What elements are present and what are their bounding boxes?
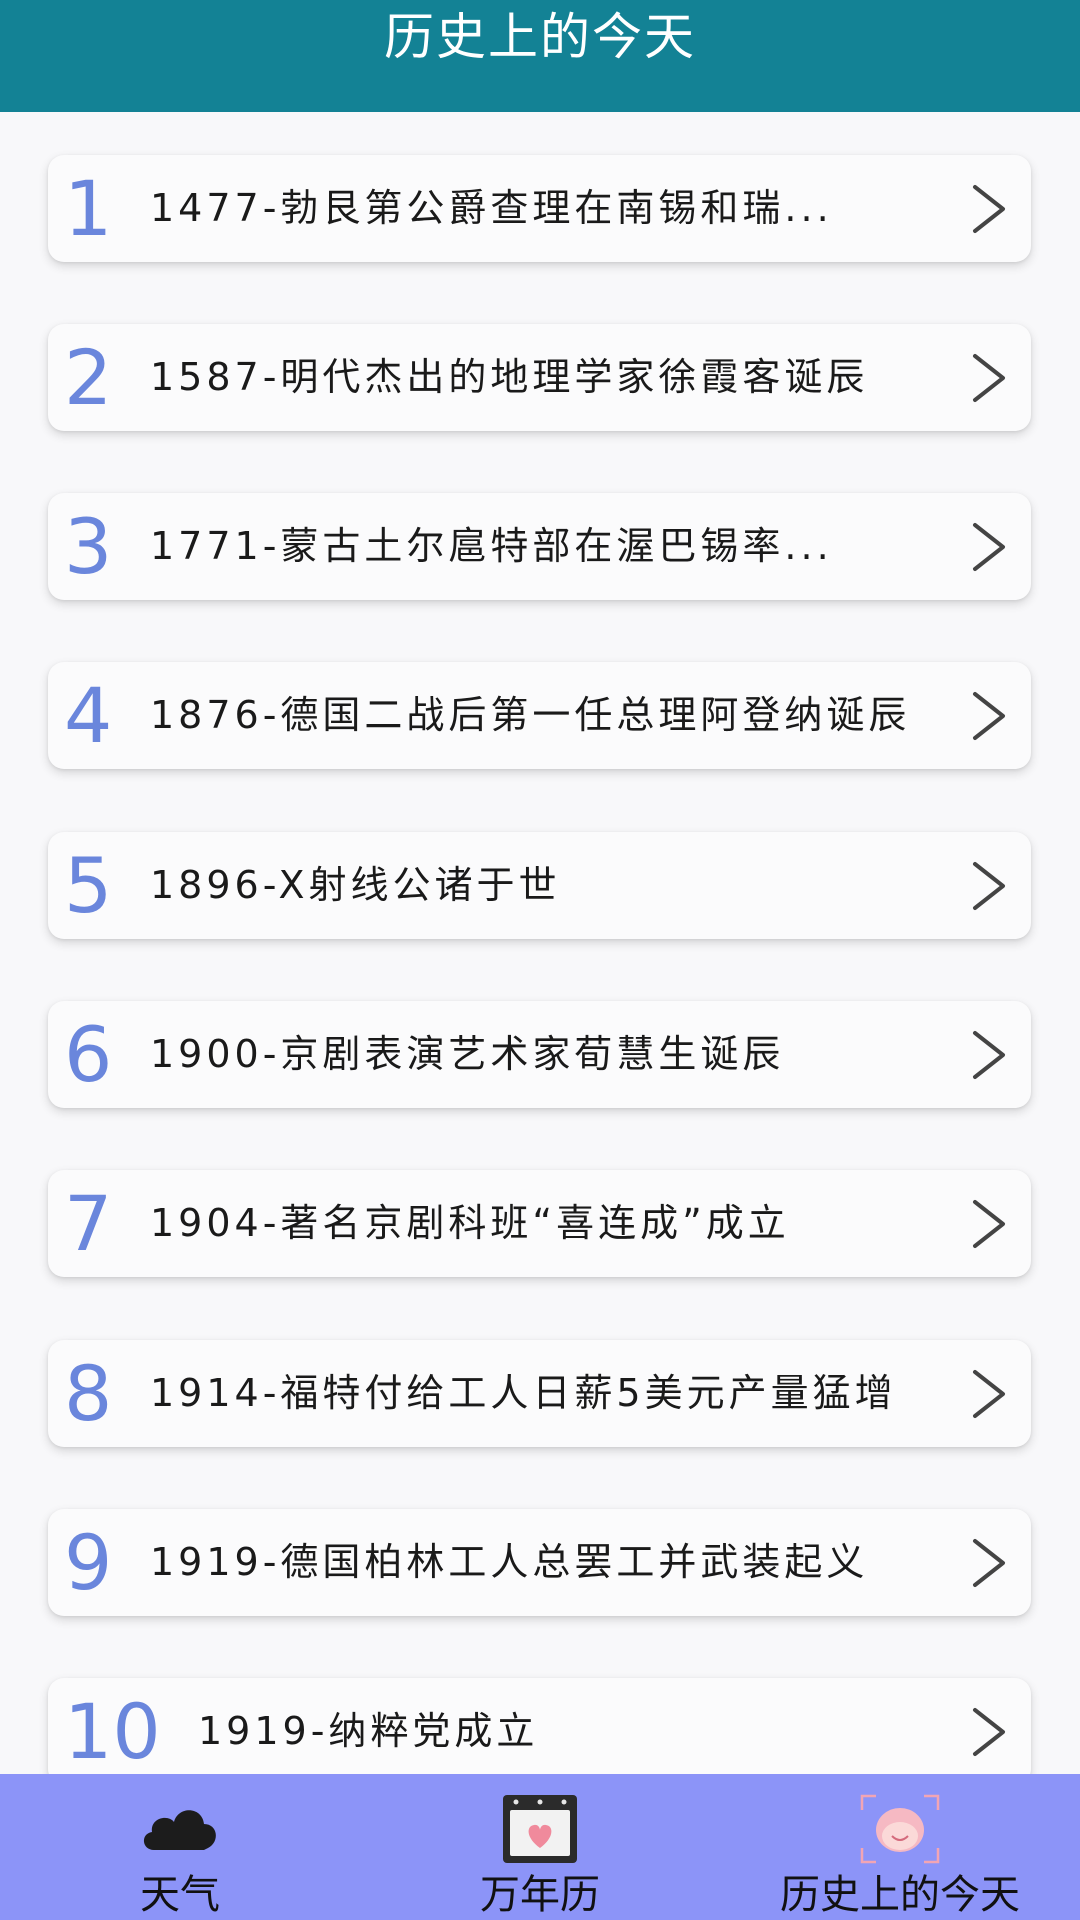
event-row-5[interactable]: 5 1896-X射线公诸于世 [48,832,1031,939]
event-row-7[interactable]: 7 1904-著名京剧科班“喜连成”成立 [48,1170,1031,1277]
cloud-icon [143,1810,216,1850]
calendar-icon [503,1795,577,1863]
chevron-right-icon [973,1200,1005,1248]
chevron-right-icon [973,1539,1005,1587]
event-title: 1900-京剧表演艺术家荀慧生诞辰 [150,1032,785,1076]
page-title: 历史上的今天 [384,8,696,66]
chevron-right-icon [973,523,1005,571]
chevron-right-icon [973,185,1005,233]
history-face-icon [860,1794,940,1864]
chevron-right-icon [973,1031,1005,1079]
tab-label: 天气 [140,1872,220,1918]
event-row-2[interactable]: 2 1587-明代杰出的地理学家徐霞客诞辰 [48,324,1031,431]
event-title: 1477-勃艮第公爵查理在南锡和瑞... [150,186,833,230]
event-row-1[interactable]: 1 1477-勃艮第公爵查理在南锡和瑞... [48,155,1031,262]
event-row-10[interactable]: 10 1919-纳粹党成立 [48,1678,1031,1774]
event-index: 10 [64,1687,161,1774]
event-title: 1771-蒙古土尔扈特部在渥巴锡率... [150,524,833,568]
bottom-tab-bar: 天气 万年历 历史上的今天 [0,1774,1080,1920]
event-row-4[interactable]: 4 1876-德国二战后第一任总理阿登纳诞辰 [48,662,1031,769]
event-title: 1919-纳粹党成立 [198,1709,539,1753]
event-row-8[interactable]: 8 1914-福特付给工人日薪5美元产量猛增 [48,1340,1031,1447]
chevron-right-icon [973,692,1005,740]
event-title: 1919-德国柏林工人总罢工并武装起义 [150,1540,869,1584]
event-row-9[interactable]: 9 1919-德国柏林工人总罢工并武装起义 [48,1509,1031,1616]
event-title: 1876-德国二战后第一任总理阿登纳诞辰 [150,693,911,737]
app-header: 历史上的今天 [0,0,1080,112]
history-event-list[interactable]: 1 1477-勃艮第公爵查理在南锡和瑞... 2 1587-明代杰出的地理学家徐… [0,112,1080,1774]
tab-history-today[interactable]: 历史上的今天 [720,1774,1080,1920]
event-title: 1904-著名京剧科班“喜连成”成立 [150,1201,790,1245]
tab-label: 历史上的今天 [780,1872,1020,1918]
event-row-6[interactable]: 6 1900-京剧表演艺术家荀慧生诞辰 [48,1001,1031,1108]
chevron-right-icon [973,862,1005,910]
event-row-3[interactable]: 3 1771-蒙古土尔扈特部在渥巴锡率... [48,493,1031,600]
tab-label: 万年历 [480,1872,600,1918]
event-title: 1914-福特付给工人日薪5美元产量猛增 [150,1371,897,1415]
event-title: 1587-明代杰出的地理学家徐霞客诞辰 [150,355,869,399]
chevron-right-icon [973,354,1005,402]
chevron-right-icon [973,1370,1005,1418]
tab-weather[interactable]: 天气 [0,1774,360,1920]
tab-calendar[interactable]: 万年历 [360,1774,720,1920]
event-title: 1896-X射线公诸于世 [150,863,561,907]
chevron-right-icon [973,1708,1005,1756]
